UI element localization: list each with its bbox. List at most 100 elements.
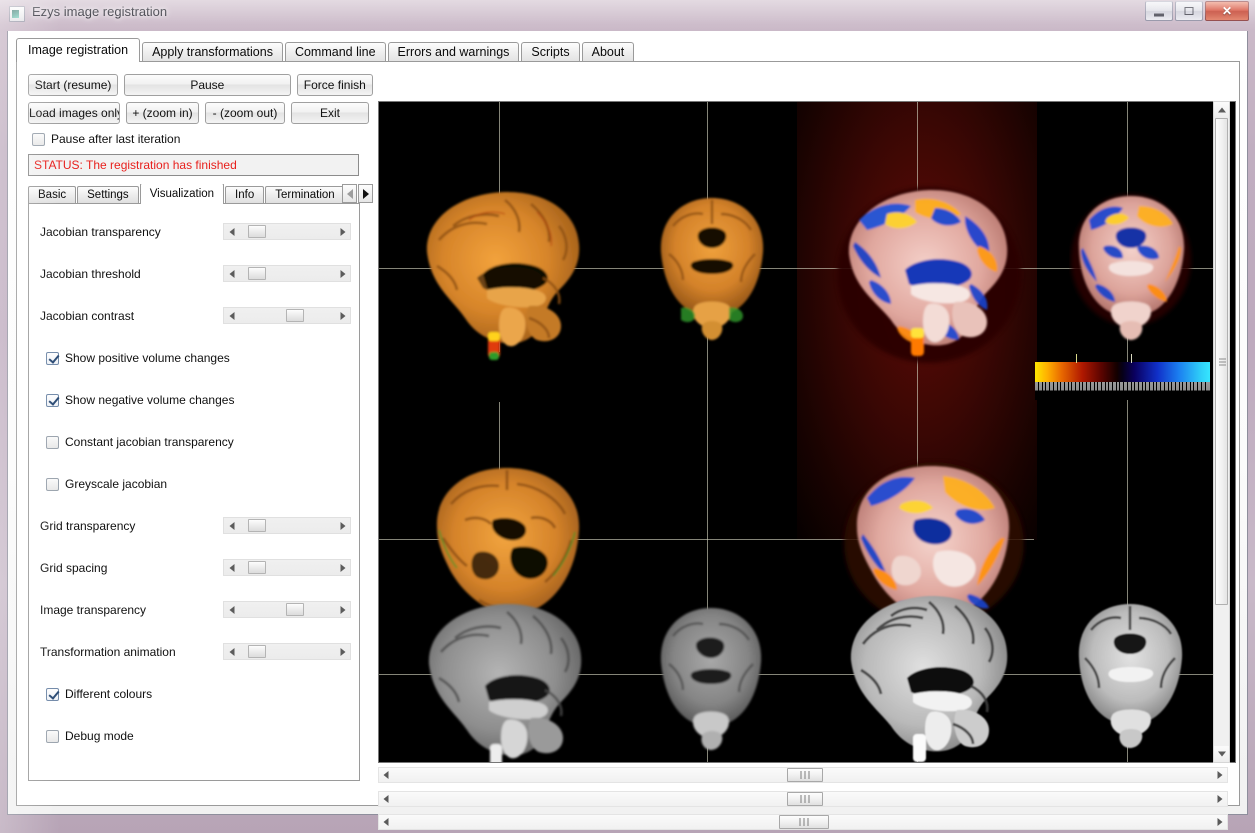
tab-settings[interactable]: Settings: [77, 186, 139, 204]
checkbox-row-different-colours[interactable]: Different colours: [29, 684, 361, 705]
slice-scrollbar-x-thumb[interactable]: [787, 768, 823, 782]
checkbox-row-debug-mode[interactable]: Debug mode: [29, 726, 361, 747]
grid-transparency-slider-thumb[interactable]: [248, 519, 267, 532]
show-positive-volume-changes-checkbox-container[interactable]: Show positive volume changes: [46, 351, 230, 365]
scroll-left-icon[interactable]: [379, 792, 393, 806]
panel-sagittal-greyscale-2[interactable]: [831, 588, 1029, 762]
maximize-button[interactable]: [1175, 1, 1203, 21]
panel-sagittal-greyscale-1[interactable]: [411, 596, 601, 762]
tab-image-registration[interactable]: Image registration: [16, 38, 141, 62]
grid-spacing-slider[interactable]: [223, 559, 351, 576]
panel-coronal-jacobian-orange[interactable]: [651, 190, 773, 350]
checkbox-row-constant-jacobian-transparency[interactable]: Constant jacobian transparency: [29, 432, 361, 453]
tab-basic[interactable]: Basic: [28, 186, 77, 204]
slice-scrollbar-z[interactable]: [378, 814, 1228, 830]
show-negative-volume-changes-checkbox-container[interactable]: Show negative volume changes: [46, 393, 234, 407]
start-resume-button[interactable]: Start (resume): [28, 74, 119, 96]
grid-spacing-slider-thumb[interactable]: [248, 561, 267, 574]
panel-coronal-greyscale-1[interactable]: [651, 602, 771, 757]
show-positive-volume-changes-checkbox[interactable]: [46, 351, 59, 365]
jacobian-contrast-slider[interactable]: [223, 307, 351, 324]
close-button[interactable]: [1205, 1, 1249, 21]
zoom-out-button[interactable]: - (zoom out): [205, 102, 285, 124]
transformation-animation-slider-thumb[interactable]: [248, 645, 267, 658]
slider-right-arrow-icon[interactable]: [336, 224, 349, 239]
tab-info[interactable]: Info: [225, 186, 265, 204]
settings-tab-strip[interactable]: Basic Settings Visualization Info Termin…: [28, 184, 360, 204]
slice-scrollbar-z-thumb[interactable]: [779, 815, 829, 829]
jacobian-transparency-slider[interactable]: [223, 223, 351, 240]
panel-sagittal-jacobian-colour[interactable]: [829, 180, 1029, 370]
tab-about[interactable]: About: [581, 42, 635, 62]
scroll-right-icon[interactable]: [1213, 815, 1227, 829]
slider-right-arrow-icon[interactable]: [336, 602, 349, 617]
constant-jacobian-transparency-checkbox-container[interactable]: Constant jacobian transparency: [46, 435, 234, 449]
jacobian-contrast-slider-thumb[interactable]: [285, 309, 304, 322]
slider-left-arrow-icon[interactable]: [225, 308, 238, 323]
constant-jacobian-transparency-checkbox[interactable]: [46, 435, 59, 449]
transformation-animation-slider[interactable]: [223, 643, 351, 660]
pause-after-last-iteration-checkbox-row[interactable]: Pause after last iteration: [32, 130, 373, 148]
force-finish-button[interactable]: Force finish: [296, 74, 373, 96]
exit-button[interactable]: Exit: [291, 102, 369, 124]
tab-scripts[interactable]: Scripts: [521, 42, 580, 62]
pause-button[interactable]: Pause: [124, 74, 291, 96]
scroll-down-icon[interactable]: [1214, 746, 1229, 762]
tab-scroll-arrows[interactable]: [341, 184, 373, 203]
scroll-right-icon[interactable]: [1213, 768, 1227, 782]
load-images-only-button[interactable]: Load images only: [28, 102, 120, 124]
checkbox-row-show-negative-volume-changes[interactable]: Show negative volume changes: [29, 390, 361, 411]
show-negative-volume-changes-checkbox[interactable]: [46, 393, 59, 407]
slice-scrollbar-y-thumb[interactable]: [787, 792, 823, 806]
slider-right-arrow-icon[interactable]: [336, 308, 349, 323]
slice-scrollbar-x[interactable]: [378, 767, 1228, 783]
scroll-left-icon[interactable]: [342, 184, 357, 203]
debug-mode-checkbox-container[interactable]: Debug mode: [46, 729, 134, 743]
panel-sagittal-jacobian-orange[interactable]: [409, 182, 599, 367]
image-transparency-slider-thumb[interactable]: [285, 603, 304, 616]
grid-transparency-slider[interactable]: [223, 517, 351, 534]
scroll-right-icon[interactable]: [1213, 792, 1227, 806]
scroll-left-icon[interactable]: [379, 768, 393, 782]
jacobian-threshold-slider-thumb[interactable]: [248, 267, 267, 280]
slider-left-arrow-icon[interactable]: [225, 266, 238, 281]
tab-termination[interactable]: Termination: [265, 186, 345, 204]
scroll-left-icon[interactable]: [379, 815, 393, 829]
slider-right-arrow-icon[interactable]: [336, 518, 349, 533]
tab-apply-transformations[interactable]: Apply transformations: [142, 42, 283, 62]
different-colours-checkbox-container[interactable]: Different colours: [46, 687, 152, 701]
slider-right-arrow-icon[interactable]: [336, 266, 349, 281]
slider-right-arrow-icon[interactable]: [336, 560, 349, 575]
checkbox-row-show-positive-volume-changes[interactable]: Show positive volume changes: [29, 348, 361, 369]
slider-left-arrow-icon[interactable]: [225, 560, 238, 575]
title-bar[interactable]: Ezys image registration: [0, 0, 1255, 28]
vertical-scrollbar-thumb[interactable]: [1215, 118, 1228, 605]
main-tab-strip[interactable]: Image registration Apply transformations…: [16, 38, 636, 62]
slice-scrollbar-y[interactable]: [378, 791, 1228, 807]
slider-left-arrow-icon[interactable]: [225, 224, 238, 239]
panel-coronal-greyscale-2[interactable]: [1069, 598, 1193, 758]
panel-coronal-jacobian-colour[interactable]: [1069, 188, 1194, 353]
debug-mode-checkbox[interactable]: [46, 729, 59, 743]
slider-right-arrow-icon[interactable]: [336, 644, 349, 659]
pause-after-last-iteration-checkbox[interactable]: [32, 132, 45, 146]
tab-command-line[interactable]: Command line: [284, 42, 386, 62]
jacobian-threshold-slider[interactable]: [223, 265, 351, 282]
zoom-in-button[interactable]: + (zoom in): [126, 102, 199, 124]
different-colours-checkbox[interactable]: [46, 687, 59, 701]
scroll-up-icon[interactable]: [1214, 102, 1229, 118]
image-transparency-slider[interactable]: [223, 601, 351, 618]
minimize-button[interactable]: [1145, 1, 1173, 21]
slider-left-arrow-icon[interactable]: [225, 602, 238, 617]
tab-errors-and-warnings[interactable]: Errors and warnings: [387, 42, 520, 62]
slider-left-arrow-icon[interactable]: [225, 518, 238, 533]
scroll-right-icon[interactable]: [358, 184, 373, 203]
tab-visualization[interactable]: Visualization: [139, 184, 225, 204]
slider-left-arrow-icon[interactable]: [225, 644, 238, 659]
jacobian-transparency-slider-thumb[interactable]: [248, 225, 267, 238]
greyscale-jacobian-checkbox[interactable]: [46, 477, 59, 491]
viewport-vertical-scrollbar[interactable]: [1213, 101, 1230, 763]
checkbox-row-greyscale-jacobian[interactable]: Greyscale jacobian: [29, 474, 361, 495]
brain-slice-viewport[interactable]: [378, 101, 1236, 763]
slice-canvas[interactable]: [379, 102, 1220, 762]
